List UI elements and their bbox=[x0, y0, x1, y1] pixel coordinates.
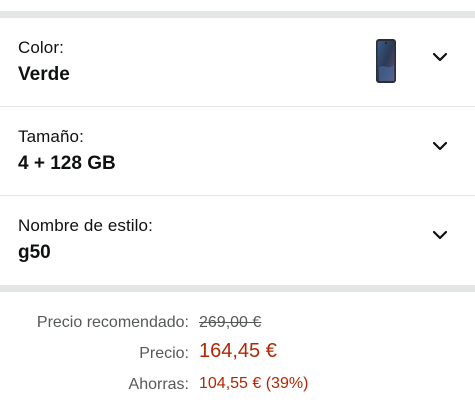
list-price-value: 269,00 € bbox=[199, 314, 262, 331]
variation-row-color[interactable]: Color: Verde bbox=[0, 18, 475, 107]
price-block: Precio recomendado: 269,00 € Precio: 164… bbox=[0, 292, 475, 403]
top-strip bbox=[0, 0, 475, 11]
section-divider-top bbox=[0, 11, 475, 18]
chevron-down-icon[interactable] bbox=[431, 226, 449, 244]
list-price-label: Precio recomendado: bbox=[36, 314, 189, 331]
price-row: Precio: 164,45 € bbox=[0, 340, 475, 370]
variation-label-style: Nombre de estilo: bbox=[18, 216, 153, 235]
chevron-down-icon[interactable] bbox=[431, 48, 449, 66]
savings-label: Ahorras: bbox=[128, 376, 189, 393]
phone-thumbnail-icon bbox=[375, 38, 397, 84]
variation-row-style[interactable]: Nombre de estilo: g50 bbox=[0, 196, 475, 285]
variation-list: Color: Verde Tamaño: 4 + 128 GB Nombre d… bbox=[0, 18, 475, 285]
variation-value-color: Verde bbox=[18, 64, 70, 85]
section-divider-price bbox=[0, 285, 475, 292]
price-label: Precio: bbox=[139, 345, 189, 362]
price-value: 164,45 € bbox=[199, 340, 277, 362]
variation-value-size: 4 + 128 GB bbox=[18, 153, 116, 174]
chevron-down-icon[interactable] bbox=[431, 137, 449, 155]
variation-label-size: Tamaño: bbox=[18, 127, 84, 146]
savings-value: 104,55 € (39%) bbox=[199, 375, 309, 392]
list-price-row: Precio recomendado: 269,00 € bbox=[0, 312, 475, 342]
variation-row-size[interactable]: Tamaño: 4 + 128 GB bbox=[0, 107, 475, 196]
savings-row: Ahorras: 104,55 € (39%) bbox=[0, 374, 475, 404]
variation-label-color: Color: bbox=[18, 38, 64, 57]
variation-value-style: g50 bbox=[18, 242, 51, 263]
